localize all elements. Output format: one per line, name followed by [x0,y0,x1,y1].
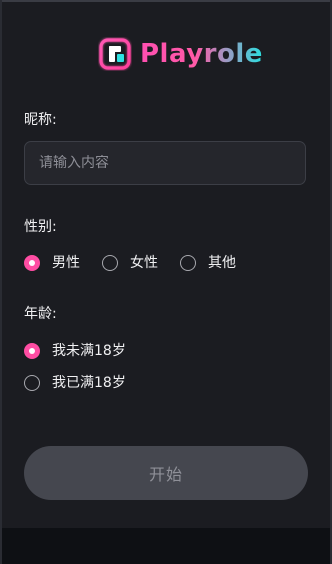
bottom-bar [2,528,330,564]
age-radio-under-18[interactable]: 我未满18岁 [24,341,126,361]
app-logo: Playrole [98,36,263,72]
radio-checked-icon[interactable] [24,255,40,271]
gender-option-label: 女性 [130,255,158,271]
app-name: Playrole [140,36,263,72]
gender-option-male[interactable]: 男性 [24,253,80,273]
gender-label: 性别: [24,219,57,235]
nickname-input[interactable] [39,155,291,171]
age-radio-over-18[interactable]: 我已满18岁 [24,373,126,393]
age-option-under-18[interactable]: 我未满18岁 [24,341,148,361]
gender-radio-group: 男性 女性 其他 [24,253,258,273]
radio-checked-icon[interactable] [24,343,40,359]
age-option-label: 我已满18岁 [52,375,126,391]
age-option-over-18[interactable]: 我已满18岁 [24,373,148,393]
radio-unchecked-icon[interactable] [102,255,118,271]
age-option-label: 我未满18岁 [52,343,126,359]
radio-unchecked-icon[interactable] [24,375,40,391]
gender-option-label: 其他 [208,255,236,271]
age-label: 年龄: [24,306,57,322]
start-button[interactable]: 开始 [24,446,308,500]
radio-unchecked-icon[interactable] [180,255,196,271]
gender-option-female[interactable]: 女性 [102,253,158,273]
nickname-field[interactable] [24,141,306,185]
gender-option-label: 男性 [52,255,80,271]
nickname-label: 昵称: [24,112,57,128]
gender-option-other[interactable]: 其他 [180,253,236,273]
playrole-logo-icon [98,37,132,71]
